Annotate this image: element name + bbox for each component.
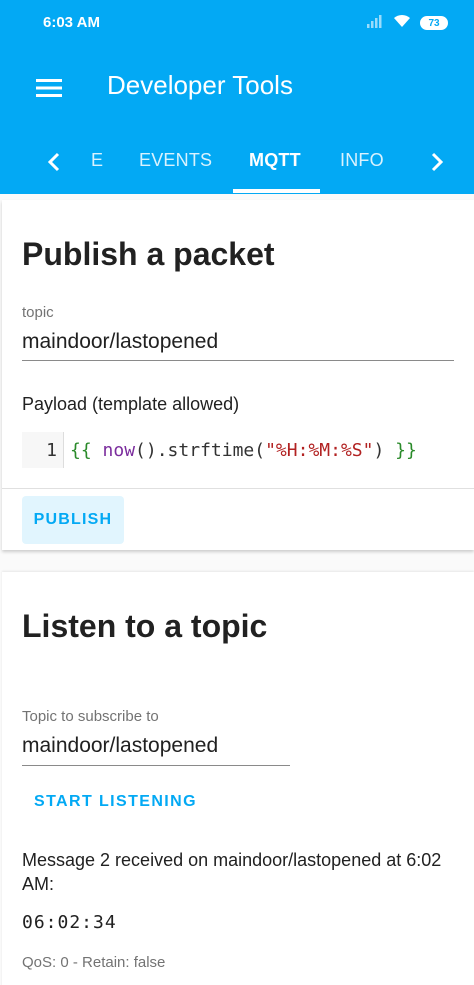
topic-label: topic — [22, 304, 54, 321]
signal-icon — [366, 14, 384, 33]
listen-card: Listen to a topic Topic to subscribe to … — [2, 572, 474, 985]
tab-events[interactable]: EVENTS — [139, 150, 212, 171]
chevron-left-icon — [47, 152, 60, 172]
tabs-scroll-left-button[interactable] — [38, 146, 70, 178]
message-payload: 06:02:34 — [22, 912, 117, 933]
status-bar: 6:03 AM 73 — [0, 0, 474, 48]
subscribe-topic-input[interactable]: maindoor/lastopened — [22, 734, 290, 758]
app-bar: 6:03 AM 73 Developer Tools E EVENTS MQTT… — [0, 0, 474, 194]
topic-input[interactable]: maindoor/lastopened — [22, 330, 454, 354]
tab-template[interactable]: E — [91, 150, 103, 171]
code-close-brace: }} — [384, 439, 417, 461]
code-close-paren: ) — [373, 439, 385, 461]
subscribe-topic-underline — [22, 765, 290, 766]
battery-icon: 73 — [420, 16, 448, 30]
status-icons: 73 — [366, 13, 448, 33]
line-number: 1 — [22, 432, 64, 468]
publish-card-title: Publish a packet — [22, 236, 275, 272]
menu-button[interactable] — [22, 70, 74, 106]
payload-code-editor[interactable]: 1 {{ now().strftime("%H:%M:%S") }} — [22, 432, 454, 468]
message-header: Message 2 received on maindoor/lastopene… — [22, 850, 442, 894]
tab-bar: E EVENTS MQTT INFO — [0, 134, 474, 194]
status-time: 6:03 AM — [43, 14, 100, 31]
page-title: Developer Tools — [107, 70, 293, 100]
active-tab-indicator — [233, 189, 320, 193]
toolbar: Developer Tools — [0, 56, 474, 120]
subscribe-topic-label: Topic to subscribe to — [22, 708, 159, 725]
code-string: "%H:%M:%S" — [265, 439, 374, 461]
code-open-brace: {{ — [70, 439, 92, 461]
code-call: ().strftime( — [135, 439, 266, 461]
listen-card-title: Listen to a topic — [22, 608, 268, 644]
payload-label: Payload (template allowed) — [22, 394, 240, 414]
code-function: now — [91, 439, 136, 461]
tab-mqtt[interactable]: MQTT — [249, 150, 301, 171]
publish-card: Publish a packet topic maindoor/lastopen… — [2, 200, 474, 550]
card-divider — [2, 488, 474, 489]
hamburger-menu-icon — [36, 79, 62, 97]
tabs-scroll-right-button[interactable] — [421, 146, 453, 178]
publish-button[interactable]: PUBLISH — [22, 496, 124, 544]
wifi-icon — [392, 13, 412, 33]
tab-info[interactable]: INFO — [340, 150, 384, 171]
code-line: {{ now().strftime("%H:%M:%S") }} — [64, 440, 417, 461]
topic-input-underline — [22, 360, 454, 361]
chevron-right-icon — [431, 152, 444, 172]
message-meta: QoS: 0 - Retain: false — [22, 954, 166, 971]
start-listening-button[interactable]: START LISTENING — [22, 784, 209, 820]
